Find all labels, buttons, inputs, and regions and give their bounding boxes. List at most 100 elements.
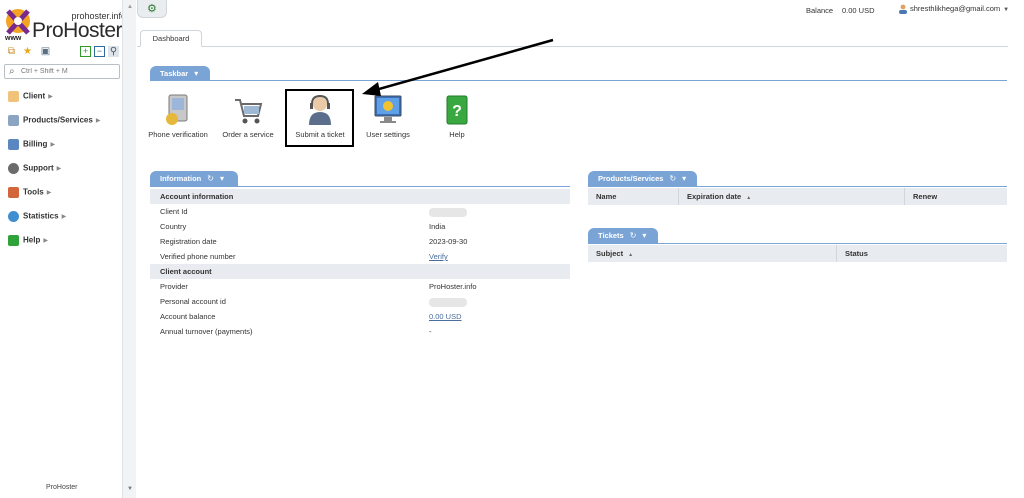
info-row: Client Id [150,204,570,219]
task-label: Help [449,130,465,139]
globe-icon [8,211,19,222]
group-client-account: Client account [150,264,570,279]
user-email: shresthlikhega@gmail.com [910,4,1001,13]
search-input[interactable] [21,66,117,77]
chevron-right-icon: ▶ [95,118,101,124]
help-book-icon: ? [446,95,468,125]
task-help[interactable]: ? Help [422,94,492,139]
chevron-down-icon[interactable]: ▾ [682,174,686,183]
info-key: Personal account id [160,297,226,306]
search-box[interactable]: ⌕ [4,64,120,79]
refresh-icon[interactable]: ↻ [669,174,676,183]
client-icon [8,91,19,102]
scroll-down-icon[interactable]: ▼ [127,486,133,492]
pin-icon[interactable]: ⚲ [108,46,119,57]
products-table-header: Name Expiration date ▲ Renew [588,188,1007,205]
chevron-down-icon[interactable]: ▾ [642,231,646,240]
sidebar-footer: ProHoster [46,484,78,491]
info-key: Registration date [160,237,217,246]
help-icon [8,235,19,246]
balance-value: 0.00 USD [842,6,875,15]
chevron-right-icon: ▶ [43,238,48,244]
sidebar-item-products-services[interactable]: Products/Services ▶ [8,115,100,129]
sidebar-item-label: Statistics [23,211,59,221]
notifications-button[interactable]: ⚙ [137,0,167,18]
sidebar: prohoster.info ProHoster www ⧉ ★ ▣ + − ⚲… [0,0,136,498]
products-header[interactable]: Products/Services ↻ ▾ [588,171,697,186]
task-user-settings[interactable]: User settings [353,94,423,139]
column-status[interactable]: Status [836,245,1007,262]
user-menu[interactable]: shresthlikhega@gmail.com ▼ [898,4,1009,15]
sort-asc-icon: ▲ [628,252,634,258]
info-row: Provider ProHoster.info [150,279,570,294]
chevron-right-icon: ▶ [61,214,67,220]
tickets-title: Tickets [598,231,624,240]
information-header[interactable]: Information ↻ ▾ [150,171,238,186]
user-icon [899,4,907,15]
info-key: Client Id [160,207,188,216]
sidebar-scrollbar[interactable]: ▲ ▼ [122,0,136,498]
sidebar-item-help[interactable]: Help ▶ [8,235,48,249]
sidebar-item-label: Client [23,91,46,101]
tab-dashboard[interactable]: Dashboard [140,30,202,47]
refresh-icon[interactable]: ↻ [207,174,214,183]
task-label: Phone verification [148,130,208,139]
balance-label: Balance [806,6,834,15]
info-value: India [429,222,446,231]
info-value: 2023-09-30 [429,237,468,246]
scroll-up-icon[interactable]: ▲ [127,4,133,10]
shopping-cart-icon [235,99,263,124]
tickets-header[interactable]: Tickets ↻ ▾ [588,228,658,243]
sidebar-item-label: Support [23,163,54,173]
info-value: - [429,327,432,336]
taskbar-divider [150,80,1007,81]
sidebar-toolbar: ⧉ ★ ▣ + − ⚲ [6,46,122,60]
column-subject[interactable]: Subject ▲ [588,245,836,262]
info-value-redacted [429,294,467,309]
group-account-information: Account information [150,189,570,204]
chevron-right-icon: ▶ [50,142,56,148]
tickets-divider [588,243,1007,244]
chevron-down-icon: ▾ [194,69,199,78]
information-divider [150,186,570,187]
sidebar-item-tools[interactable]: Tools ▶ [8,187,51,201]
phone-verification-icon [166,94,188,125]
logo[interactable]: prohoster.info ProHoster www [4,4,128,42]
info-row: Verified phone number Verify [150,249,570,264]
column-expiration-date[interactable]: Expiration date ▲ [678,188,904,205]
svg-text:?: ? [452,103,462,120]
refresh-icon[interactable]: ↻ [630,231,637,240]
chevron-right-icon: ▶ [48,94,53,100]
logo-www-text: www [5,35,22,42]
copy-icon[interactable]: ⧉ [6,46,17,57]
taskbar-title: Taskbar [160,69,189,78]
info-key: Country [160,222,187,231]
info-key: Annual turnover (payments) [160,327,253,336]
info-value: ProHoster.info [429,282,477,291]
info-row: Account balance 0.00 USD [150,309,570,324]
sidebar-item-statistics[interactable]: Statistics ▶ [8,211,66,225]
notification-icon: ⚙ [147,3,157,15]
info-row: Registration date 2023-09-30 [150,234,570,249]
account-balance-link[interactable]: 0.00 USD [429,309,462,324]
expand-all-icon[interactable]: + [80,46,91,57]
taskbar-header[interactable]: Taskbar ▾ [150,66,210,81]
column-renew[interactable]: Renew [904,188,1007,205]
task-label: Order a service [222,130,274,139]
monitor-settings-icon [374,95,402,123]
briefcase-icon[interactable]: ▣ [40,46,51,57]
column-name[interactable]: Name [588,188,678,205]
collapse-all-icon[interactable]: − [94,46,105,57]
sidebar-item-client[interactable]: Client ▶ [8,91,53,105]
task-order-service[interactable]: Order a service [213,94,283,139]
task-phone-verification[interactable]: Phone verification [143,94,213,139]
chevron-down-icon[interactable]: ▾ [220,174,224,183]
sidebar-item-billing[interactable]: Billing ▶ [8,139,55,153]
sidebar-item-support[interactable]: Support ▶ [8,163,61,177]
verify-link[interactable]: Verify [429,249,448,264]
info-key: Verified phone number [160,252,236,261]
info-key: Provider [160,282,188,291]
star-icon[interactable]: ★ [22,46,33,57]
products-divider [588,186,1007,187]
chevron-right-icon: ▶ [46,190,52,196]
